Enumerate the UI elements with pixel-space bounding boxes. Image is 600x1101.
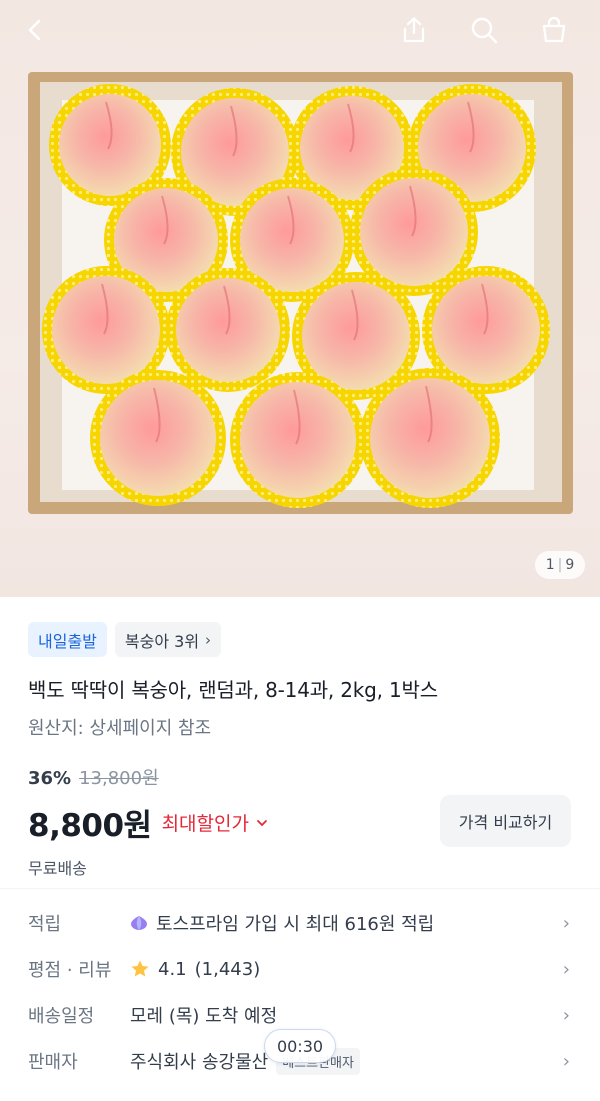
back-button[interactable] (14, 8, 58, 52)
max-discount-toggle[interactable]: 최대할인가 (162, 809, 269, 836)
peach-9 (166, 268, 290, 392)
peach-12 (90, 370, 226, 506)
product-tags: 내일출발 복숭아 3위 › (28, 622, 222, 657)
rating-score: 4.1 (158, 958, 187, 980)
row-rating-value: 4.1 (1,443) (130, 959, 260, 980)
row-rating-label: 평점 · 리뷰 (28, 960, 112, 981)
rank-tag-label: 복숭아 3위 (124, 631, 200, 651)
discount-rate: 36% (28, 768, 72, 789)
image-counter: 1 | 9 (535, 551, 585, 579)
row-points-label: 적립 (28, 914, 62, 935)
chevron-right-icon: › (562, 1004, 570, 1026)
product-photo (28, 72, 573, 514)
product-title: 백도 딱딱이 복숭아, 랜덤과, 8-14과, 2kg, 1박스 (28, 678, 438, 702)
chevron-right-icon: › (562, 912, 570, 934)
max-discount-label: 최대할인가 (161, 813, 249, 835)
peach-13 (230, 372, 366, 508)
row-rating[interactable]: 평점 · 리뷰 4.1 (1,443) › (0, 946, 600, 992)
image-counter-current: 1 (545, 557, 555, 573)
image-counter-separator: | (557, 557, 563, 573)
review-count: (1,443) (194, 958, 261, 980)
chevron-right-icon: › (562, 1050, 570, 1072)
row-delivery-label: 배송일정 (28, 1006, 95, 1027)
shipping-info: 무료배송 (28, 859, 87, 878)
row-points-value: 토스프라임 가입 시 최대 616원 적립 (130, 910, 434, 936)
chevron-down-icon (257, 819, 267, 826)
top-bar (0, 0, 600, 62)
chevron-left-icon (28, 19, 41, 41)
image-counter-total: 9 (565, 557, 575, 573)
sale-price: 8,800원 (28, 808, 152, 844)
row-points[interactable]: 적립 토스프라임 가입 시 최대 616원 적립 › (0, 900, 600, 946)
shopping-bag-icon (542, 16, 566, 43)
star-icon (131, 960, 149, 977)
share-button[interactable] (392, 8, 436, 52)
toss-prime-icon (131, 916, 147, 930)
discount-row: 36% 13,800원 (28, 764, 159, 790)
original-price: 13,800원 (79, 768, 159, 789)
product-image-gallery[interactable]: 1 | 9 (0, 0, 600, 597)
row-delivery-value: 모레 (목) 도착 예정 (130, 1006, 278, 1027)
delivery-tag: 내일출발 (28, 622, 107, 657)
divider (0, 888, 600, 889)
product-origin: 원산지: 상세페이지 참조 (28, 718, 212, 739)
chevron-right-icon: › (562, 958, 570, 980)
share-icon (403, 17, 425, 43)
rank-tag[interactable]: 복숭아 3위 › (114, 622, 222, 657)
search-icon (471, 17, 498, 44)
cart-button[interactable] (532, 8, 576, 52)
timer-badge: 00:30 (264, 1029, 336, 1063)
search-button[interactable] (462, 8, 506, 52)
row-points-text: 토스프라임 가입 시 최대 616원 적립 (156, 914, 435, 935)
row-seller-label: 판매자 (28, 1052, 78, 1073)
price-row: 8,800원 최대할인가 (28, 800, 269, 845)
peach-14 (360, 368, 500, 508)
chevron-right-icon: › (205, 630, 212, 649)
compare-price-button[interactable]: 가격 비교하기 (440, 795, 571, 847)
seller-name: 주식회사 송강물산 (130, 1052, 269, 1073)
